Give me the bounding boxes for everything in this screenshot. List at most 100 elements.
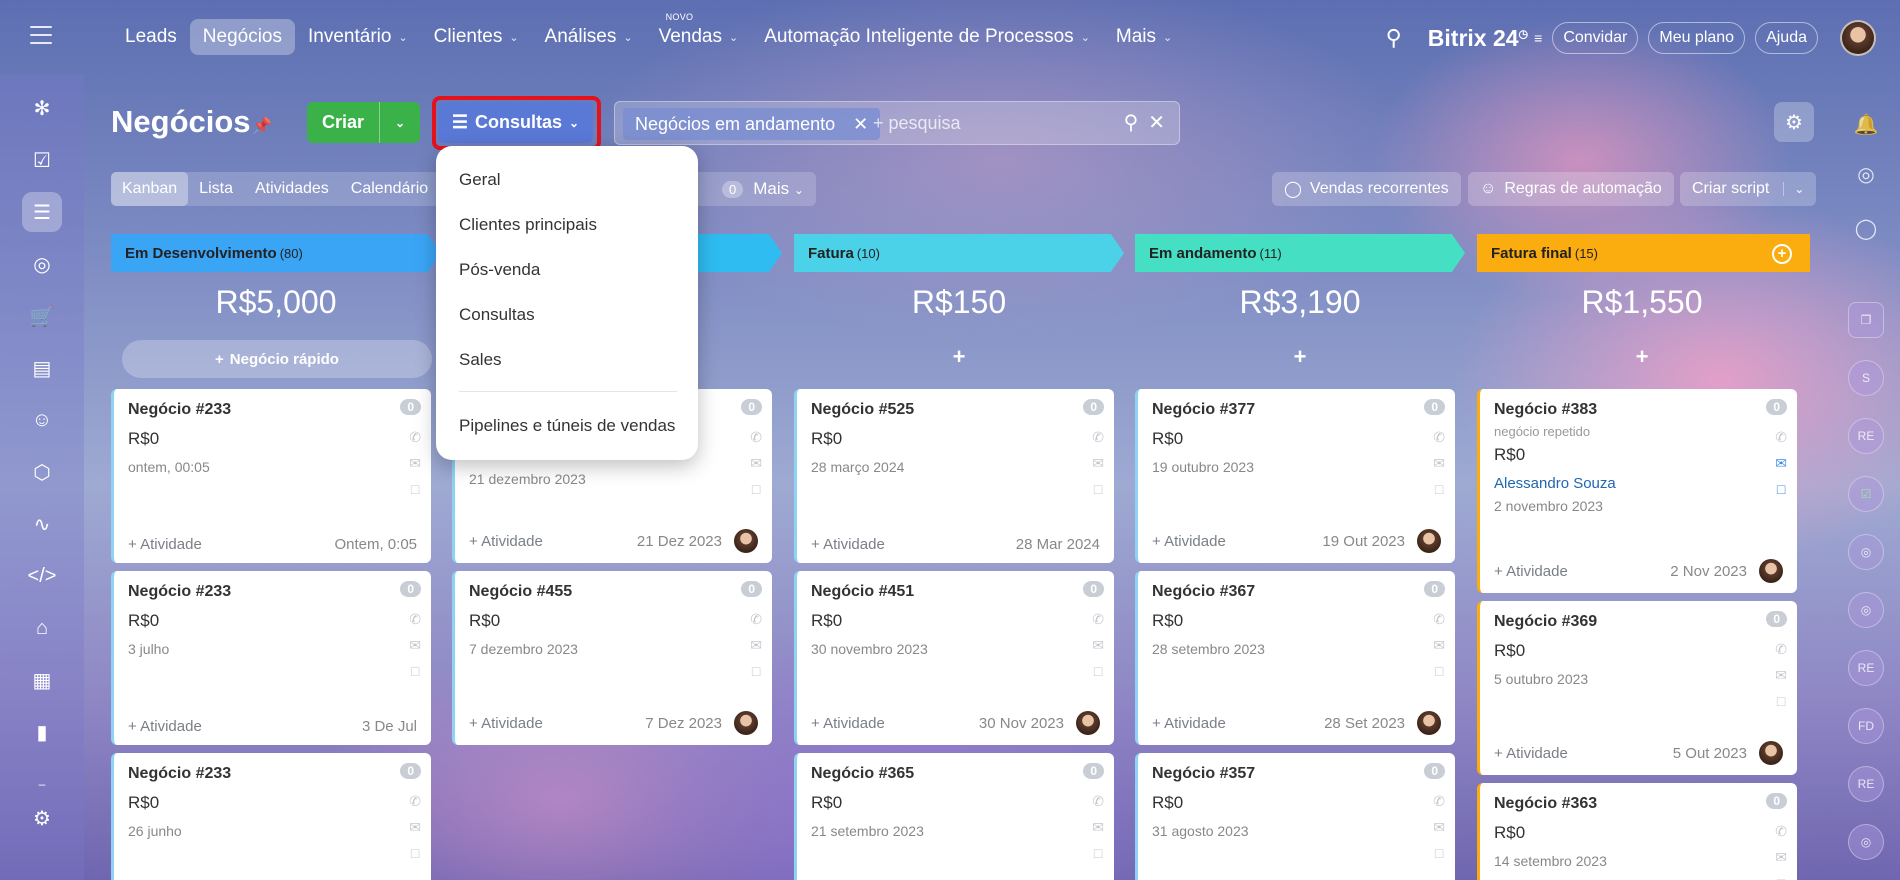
add-activity-link[interactable]: + Atividade [469, 715, 543, 732]
chat-icon[interactable]: □ [1435, 481, 1443, 497]
calendar-icon[interactable]: ▦ [22, 660, 62, 700]
deal-card[interactable]: Negócio #377 R$0 19 outubro 2023 0 ✆ ✉ □ +… [1135, 389, 1455, 563]
contact-avatar[interactable]: RE [1848, 650, 1884, 686]
responsible-avatar[interactable] [1417, 529, 1441, 553]
add-activity-link[interactable]: + Atividade [469, 533, 543, 550]
add-activity-link[interactable]: + Atividade [1152, 715, 1226, 732]
mail-icon[interactable]: ✉ [750, 455, 762, 472]
search-icon[interactable]: ⚲ [1386, 25, 1402, 51]
close-icon[interactable]: ✕ [853, 114, 868, 135]
menu-item-sales[interactable]: Sales [459, 350, 502, 370]
target-icon[interactable]: ◎ [22, 244, 62, 284]
responsible-avatar[interactable] [734, 529, 758, 553]
deal-card[interactable]: Negócio #233 R$0 26 junho 0 ✆ ✉ □ [111, 753, 431, 880]
box-icon[interactable]: ⬡ [22, 452, 62, 492]
deal-card[interactable]: Negócio #525 R$0 28 março 2024 0 ✆ ✉ □ + A… [794, 389, 1114, 563]
store-icon[interactable]: ⌂ [22, 608, 62, 648]
add-activity-link[interactable]: + Atividade [128, 536, 202, 553]
phone-icon[interactable]: ✆ [1092, 793, 1104, 810]
mail-icon[interactable]: ✉ [1433, 455, 1445, 472]
add-activity-link[interactable]: + Atividade [1494, 563, 1568, 580]
signature-icon[interactable]: ∿ [22, 504, 62, 544]
chat-icon[interactable]: □ [1435, 845, 1443, 861]
gear-icon[interactable]: ⚙ [1774, 102, 1814, 142]
deal-card[interactable]: Negócio #365 R$0 21 setembro 2023 0 ✆ ✉ □ [794, 753, 1114, 880]
deal-card[interactable]: Negócio #451 R$0 30 novembro 2023 0 ✆ ✉ □ … [794, 571, 1114, 745]
search-icon[interactable]: ⚲ [1124, 110, 1139, 135]
deal-card[interactable]: Negócio #369 R$0 5 outubro 2023 0 ✆ ✉ □ + … [1477, 601, 1797, 775]
contact-avatar[interactable]: RE [1848, 418, 1884, 454]
contact-avatar[interactable]: RE [1848, 766, 1884, 802]
chat-icon[interactable]: □ [1094, 663, 1102, 679]
deal-card[interactable]: Negócio #367 R$0 28 setembro 2023 0 ✆ ✉ □ … [1135, 571, 1455, 745]
mail-icon[interactable]: ✉ [1775, 455, 1787, 472]
phone-icon[interactable]: ✆ [750, 429, 762, 446]
chat-icon[interactable]: □ [752, 663, 760, 679]
deal-card[interactable]: Negócio #455 R$0 7 dezembro 2023 0 ✆ ✉ □ +… [452, 571, 772, 745]
deal-card[interactable]: Negócio #357 R$0 31 agosto 2023 0 ✆ ✉ □ [1135, 753, 1455, 880]
phone-icon[interactable]: ✆ [750, 611, 762, 628]
mail-icon[interactable]: ✉ [409, 455, 421, 472]
nav-inventario[interactable]: Inventário ⌄ [295, 19, 421, 55]
bell-icon[interactable]: 🔔 [1848, 106, 1884, 142]
phone-icon[interactable]: ✆ [1433, 611, 1445, 628]
close-icon[interactable]: ✕ [1148, 110, 1165, 135]
tasks-icon[interactable]: ☑ [22, 140, 62, 180]
add-column-plus-icon[interactable]: + [1772, 244, 1792, 264]
settings-toggle-icon[interactable]: ≡ [1534, 30, 1542, 46]
phone-icon[interactable]: ✆ [1433, 793, 1445, 810]
contact-link[interactable]: Alessandro Souza [1494, 475, 1783, 492]
crm-icon[interactable]: ✻ [22, 88, 62, 128]
responsible-avatar[interactable] [1076, 711, 1100, 735]
chat-icon[interactable]: □ [1777, 875, 1785, 880]
add-deal-plus-icon[interactable]: + [794, 344, 1124, 370]
chat-icon[interactable]: □ [1777, 481, 1785, 497]
chat-icon[interactable]: □ [411, 663, 419, 679]
add-activity-link[interactable]: + Atividade [1152, 533, 1226, 550]
my-plan-button[interactable]: Meu plano [1648, 22, 1746, 54]
gear-icon[interactable]: ⚙ [22, 798, 62, 838]
copilot-icon[interactable]: ◎ [1848, 156, 1884, 192]
add-deal-plus-icon[interactable]: + [1135, 344, 1465, 370]
copilot-contact-icon[interactable]: ◎ [1848, 534, 1884, 570]
mail-icon[interactable]: ✉ [1433, 819, 1445, 836]
contact-card-icon[interactable]: ▤ [22, 348, 62, 388]
automation-rules-button[interactable]: ☺ Regras de automação [1468, 172, 1674, 206]
contact-avatar[interactable]: FD [1848, 708, 1884, 744]
column-header[interactable]: Fatura final (15) + [1477, 234, 1810, 272]
phone-icon[interactable]: ✆ [409, 429, 421, 446]
chat-icon[interactable]: ◯ [1848, 210, 1884, 246]
mail-icon[interactable]: ✉ [1775, 667, 1787, 684]
responsible-avatar[interactable] [1759, 741, 1783, 765]
chat-icon[interactable]: □ [752, 481, 760, 497]
phone-icon[interactable]: ✆ [1092, 429, 1104, 446]
mail-icon[interactable]: ✉ [1433, 637, 1445, 654]
phone-icon[interactable]: ✆ [1775, 641, 1787, 658]
menu-item-consultas[interactable]: Consultas [459, 305, 535, 325]
filter-chip[interactable]: Negócios em andamento ✕ [623, 108, 881, 140]
responsible-avatar[interactable] [1759, 559, 1783, 583]
bookmark-icon[interactable]: ❐ [1848, 302, 1884, 338]
mail-icon[interactable]: ✉ [750, 637, 762, 654]
chat-icon[interactable]: □ [411, 481, 419, 497]
filter-funnel-icon[interactable]: ☰ [22, 192, 62, 232]
nav-mais[interactable]: Mais ⌄ [1103, 19, 1185, 55]
copilot-contact-icon[interactable]: ◎ [1848, 824, 1884, 860]
mail-icon[interactable]: ✉ [409, 637, 421, 654]
code-icon[interactable]: </> [22, 556, 62, 596]
chat-icon[interactable]: □ [1777, 693, 1785, 709]
cart-icon[interactable]: 🛒 [22, 296, 62, 336]
nav-clientes[interactable]: Clientes ⌄ [421, 19, 532, 55]
checkbox-contact-icon[interactable]: ☑ [1848, 476, 1884, 512]
chevron-down-icon[interactable]: ⌄ [1783, 182, 1804, 196]
menu-item-pipelines[interactable]: Pipelines e túneis de vendas [459, 416, 675, 436]
contact-avatar[interactable]: S [1848, 360, 1884, 396]
mail-icon[interactable]: ✉ [1775, 849, 1787, 866]
column-header[interactable]: Em andamento (11) [1135, 234, 1465, 272]
deal-card[interactable]: Negócio #233 R$0 3 julho 0 ✆ ✉ □ + Ativida… [111, 571, 431, 745]
chevron-down-icon[interactable]: ⌄ [379, 102, 420, 143]
phone-icon[interactable]: ✆ [1775, 823, 1787, 840]
add-activity-link[interactable]: + Atividade [811, 536, 885, 553]
menu-icon[interactable] [30, 26, 52, 44]
mail-icon[interactable]: ✉ [1092, 637, 1104, 654]
